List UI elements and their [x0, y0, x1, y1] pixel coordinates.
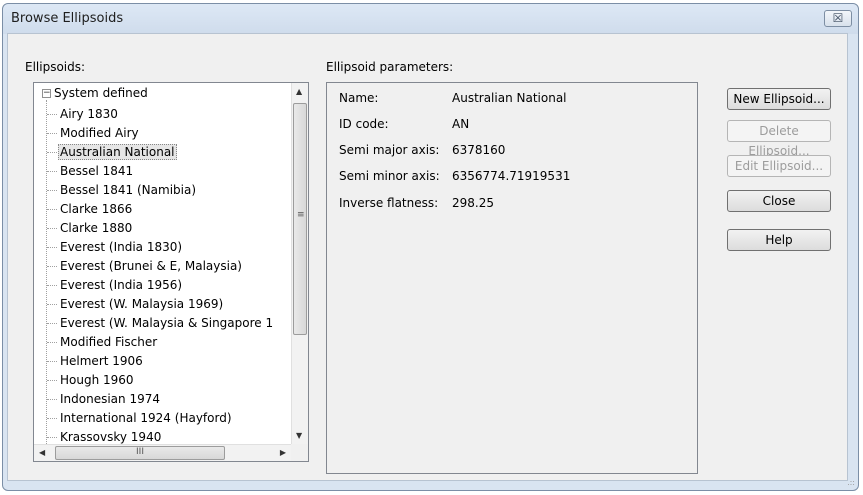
scroll-left-icon[interactable]: ◀ [39, 448, 45, 457]
tree-item[interactable]: Bessel 1841 (Namibia) [47, 181, 198, 199]
resize-grip-icon[interactable]: .:: [847, 478, 855, 487]
parameter-label: Name: [339, 91, 379, 105]
tree-connector [47, 190, 57, 191]
tree-item-label: Modified Airy [60, 126, 139, 140]
tree-connector [47, 399, 57, 400]
ellipsoid-parameters-panel: Name: Australian National ID code: AN Semi m… [326, 82, 698, 474]
tree-item[interactable]: Modified Airy [47, 124, 141, 142]
tree-item[interactable]: Krassovsky 1940 [47, 428, 163, 444]
window-title: Browse Ellipsoids [11, 11, 124, 26]
tree-connector [47, 209, 57, 210]
parameter-label: Inverse flatness: [339, 196, 439, 210]
parameter-label: Semi major axis: [339, 143, 440, 157]
tree-connector [47, 361, 57, 362]
scrollbar-corner [291, 444, 308, 461]
tree-item-label: Australian National [58, 144, 177, 160]
parameter-value: 6356774.71919531 [452, 169, 571, 183]
tree-item[interactable]: Everest (W. Malaysia 1969) [47, 295, 225, 313]
parameter-label: Semi minor axis: [339, 169, 440, 183]
tree-item-label: Everest (W. Malaysia & Singapore 1 [60, 316, 274, 330]
tree-root-system-defined[interactable]: − System defined [42, 86, 148, 100]
tree-connector [47, 342, 57, 343]
tree-item[interactable]: Helmert 1906 [47, 352, 145, 370]
close-window-button[interactable]: ☒ [824, 10, 852, 27]
tree-connector [47, 418, 57, 419]
tree-item-label: Everest (India 1830) [60, 240, 183, 254]
parameter-value: Australian National [452, 91, 567, 105]
scroll-down-icon[interactable]: ▼ [296, 431, 302, 440]
scroll-up-icon[interactable]: ▲ [296, 87, 302, 96]
ellipsoid-parameters-label: Ellipsoid parameters: [326, 60, 454, 74]
tree-connector [47, 323, 57, 324]
parameter-value: AN [452, 117, 470, 131]
parameter-value: 298.25 [452, 196, 494, 210]
tree-item[interactable]: Everest (Brunei & E, Malaysia) [47, 257, 244, 275]
tree-connector [47, 380, 57, 381]
tree-root-label: System defined [54, 86, 148, 100]
tree-item[interactable]: Indonesian 1974 [47, 390, 162, 408]
tree-connector [47, 266, 57, 267]
parameter-label: ID code: [339, 117, 389, 131]
collapse-icon[interactable]: − [42, 89, 51, 98]
parameter-value: 6378160 [452, 143, 506, 157]
ellipsoid-tree[interactable]: − System defined Airy 1830 Modified Airy Au… [33, 82, 309, 462]
close-button[interactable]: Close [727, 190, 831, 212]
help-button[interactable]: Help [727, 229, 831, 251]
tree-connector [47, 285, 57, 286]
close-icon: ☒ [832, 11, 844, 25]
tree-connector [47, 133, 57, 134]
horizontal-scrollbar[interactable]: ◀ III ▶ [34, 444, 291, 461]
tree-item[interactable]: Everest (India 1956) [47, 276, 184, 294]
tree-connector [47, 437, 57, 438]
tree-connector [47, 228, 57, 229]
tree-item-label: Krassovsky 1940 [60, 430, 162, 444]
tree-item[interactable]: Bessel 1841 [47, 162, 135, 180]
tree-item-label: Everest (India 1956) [60, 278, 183, 292]
title-bar[interactable]: Browse Ellipsoids ☒ [3, 4, 858, 34]
tree-connector [47, 304, 57, 305]
tree-item[interactable]: Everest (India 1830) [47, 238, 184, 256]
ellipsoids-label: Ellipsoids: [25, 60, 86, 74]
tree-item-label: Everest (Brunei & E, Malaysia) [60, 259, 242, 273]
tree-connector [47, 247, 57, 248]
horizontal-scroll-thumb[interactable]: III [55, 446, 225, 460]
scroll-grip-icon: ≡ [297, 210, 305, 220]
vertical-scrollbar[interactable]: ▲ ≡ ▼ [291, 83, 308, 444]
tree-item[interactable]: Clarke 1880 [47, 219, 134, 237]
delete-ellipsoid-button[interactable]: Delete Ellipsoid... [727, 120, 831, 158]
scroll-right-icon[interactable]: ▶ [280, 448, 286, 457]
tree-item[interactable]: Clarke 1866 [47, 200, 134, 218]
tree-item-label: Everest (W. Malaysia 1969) [60, 297, 224, 311]
new-ellipsoid-button[interactable]: New Ellipsoid... [727, 88, 831, 110]
tree-item-label: Airy 1830 [60, 107, 118, 121]
tree-item[interactable]: International 1924 (Hayford) [47, 409, 234, 427]
tree-item[interactable]: Australian National [47, 143, 177, 161]
tree-item-label: Bessel 1841 (Namibia) [60, 183, 197, 197]
tree-item-label: Hough 1960 [60, 373, 134, 387]
tree-item-label: Clarke 1866 [60, 202, 133, 216]
edit-ellipsoid-button[interactable]: Edit Ellipsoid... [727, 155, 831, 177]
tree-connector [47, 152, 57, 153]
tree-item[interactable]: Everest (W. Malaysia & Singapore 1 [47, 314, 275, 332]
tree-item[interactable]: Airy 1830 [47, 105, 120, 123]
tree-item-label: Indonesian 1974 [60, 392, 160, 406]
tree-item-label: Modified Fischer [60, 335, 158, 349]
tree-item-label: International 1924 (Hayford) [60, 411, 232, 425]
tree-connector [47, 114, 57, 115]
tree-viewport: − System defined Airy 1830 Modified Airy Au… [34, 83, 291, 444]
vertical-scroll-thumb[interactable]: ≡ [293, 103, 307, 335]
tree-item[interactable]: Modified Fischer [47, 333, 159, 351]
tree-item-label: Clarke 1880 [60, 221, 133, 235]
tree-item[interactable]: Hough 1960 [47, 371, 136, 389]
tree-item-label: Bessel 1841 [60, 164, 134, 178]
tree-item-label: Helmert 1906 [60, 354, 143, 368]
tree-connector [47, 171, 57, 172]
